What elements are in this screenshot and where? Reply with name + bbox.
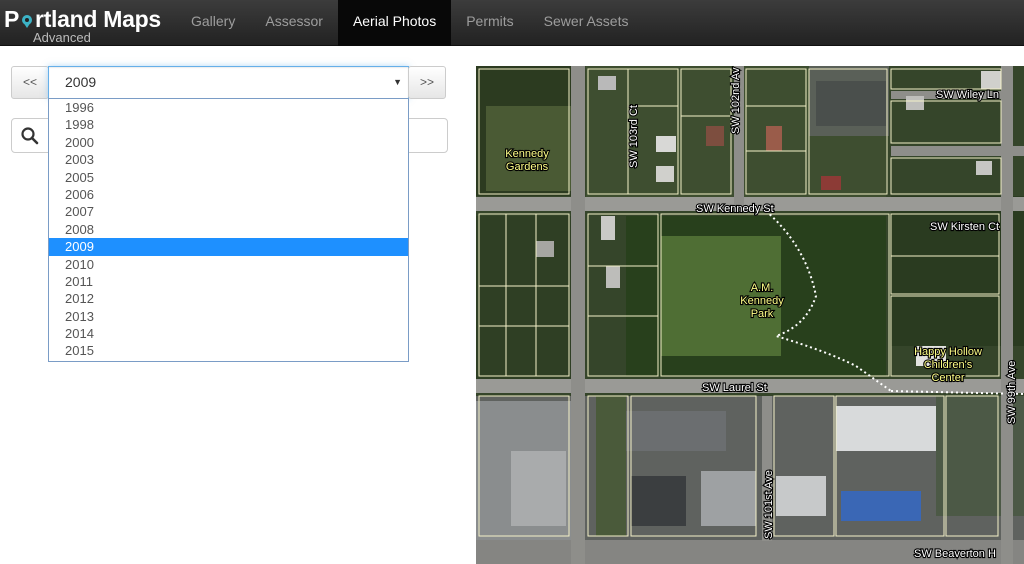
place-label-park-2: Kennedy <box>740 295 784 307</box>
street-label-laurel: SW Laurel St <box>702 382 767 394</box>
year-option[interactable]: 1998 <box>49 116 408 133</box>
year-option[interactable]: 2007 <box>49 203 408 220</box>
street-label-wiley: SW Wiley Ln <box>936 89 999 101</box>
street-label-101st: SW 101st Ave <box>763 470 775 539</box>
year-option[interactable]: 2011 <box>49 273 408 290</box>
year-option[interactable]: 2009 <box>49 238 408 256</box>
tab-permits[interactable]: Permits <box>451 0 528 46</box>
year-option[interactable]: 2005 <box>49 169 408 186</box>
street-label-kennedy: SW Kennedy St <box>696 203 774 215</box>
place-label-center-3: Center <box>931 372 964 384</box>
place-label-center-2: Children's <box>924 359 973 371</box>
year-option[interactable]: 2014 <box>49 325 408 342</box>
year-option[interactable]: 2010 <box>49 256 408 273</box>
search-icon <box>21 127 39 145</box>
year-select-value: 2009 <box>65 74 97 90</box>
aerial-map[interactable]: SW Kennedy St SW Laurel St SW Beaverton … <box>476 66 1024 564</box>
tab-sewer-assets[interactable]: Sewer Assets <box>529 0 644 46</box>
year-option[interactable]: 1996 <box>49 99 408 116</box>
brand-title: Prtland Maps <box>4 6 161 32</box>
map-pin-icon <box>22 15 33 28</box>
place-label-center-1: Happy Hollow <box>914 346 982 358</box>
previous-year-button[interactable]: << <box>11 66 49 99</box>
street-label-beaverton: SW Beaverton H <box>914 548 996 560</box>
year-select[interactable]: 2009 ▼ <box>48 66 409 99</box>
place-label-park-1: A.M. <box>751 282 774 294</box>
year-option[interactable]: 2013 <box>49 308 408 325</box>
next-year-button[interactable]: >> <box>408 66 446 99</box>
brand-logo[interactable]: Prtland Maps Advanced <box>4 4 174 45</box>
year-option[interactable]: 2012 <box>49 290 408 307</box>
chevron-down-icon: ▼ <box>393 77 402 87</box>
aerial-photo: SW Kennedy St SW Laurel St SW Beaverton … <box>476 66 1024 564</box>
place-label-gardens-2: Gardens <box>506 161 549 173</box>
year-option[interactable]: 2008 <box>49 221 408 238</box>
brand-subtitle: Advanced <box>33 30 91 45</box>
tab-gallery[interactable]: Gallery <box>176 0 250 46</box>
year-option[interactable]: 2015 <box>49 342 408 359</box>
street-label-kirsten: SW Kirsten Ct <box>930 221 999 233</box>
nav-tabs: Gallery Assessor Aerial Photos Permits S… <box>176 0 644 46</box>
tab-assessor[interactable]: Assessor <box>250 0 338 46</box>
year-option[interactable]: 2003 <box>49 151 408 168</box>
year-option[interactable]: 2000 <box>49 134 408 151</box>
street-label-99th: SW 99th Ave <box>1006 361 1018 424</box>
street-label-103rd: SW 103rd Ct <box>628 105 640 168</box>
street-label-102nd: SW 102nd Av <box>730 67 742 134</box>
place-label-gardens-1: Kennedy <box>505 148 549 160</box>
top-navbar: Prtland Maps Advanced Gallery Assessor A… <box>0 0 1024 46</box>
year-dropdown-list: 1996 1998 2000 2003 2005 2006 2007 2008 2009 2010… <box>48 98 409 362</box>
place-label-park-3: Park <box>751 308 774 320</box>
year-option[interactable]: 2006 <box>49 186 408 203</box>
tab-aerial-photos[interactable]: Aerial Photos <box>337 0 452 46</box>
